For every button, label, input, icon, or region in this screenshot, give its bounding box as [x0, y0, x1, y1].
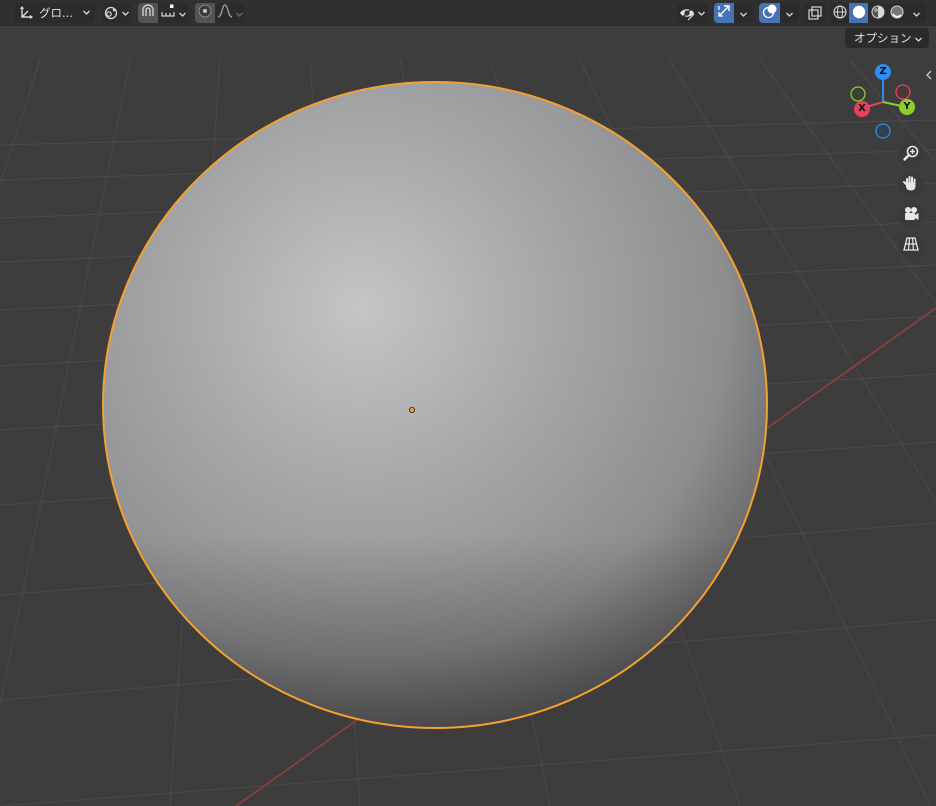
snap-toggle[interactable]: [138, 3, 158, 23]
gizmos-toggle[interactable]: [714, 3, 734, 23]
transform-orientation-dropdown[interactable]: グロ...: [14, 3, 95, 23]
chevron-down-icon: [178, 4, 187, 23]
options-dropdown[interactable]: オプション: [845, 28, 929, 48]
chevron-down-icon: [82, 8, 91, 17]
camera-icon: [902, 205, 920, 227]
transform-orientation-label: グロ...: [39, 6, 73, 20]
selected-sphere[interactable]: [102, 81, 768, 729]
chevron-down-icon: [739, 4, 748, 23]
material-shading-button[interactable]: [868, 3, 887, 23]
camera-view-button[interactable]: [898, 203, 924, 229]
rendered-shading-icon: [890, 4, 904, 23]
pivot-point-icon: [103, 5, 119, 21]
proportional-edit-toggle[interactable]: [195, 3, 215, 23]
snap-element-dropdown[interactable]: [158, 3, 188, 23]
perspective-toggle-button[interactable]: [898, 233, 924, 259]
chevron-down-icon: [914, 33, 923, 47]
material-shading-icon: [871, 4, 885, 23]
gizmo-y-label: Y: [903, 101, 911, 112]
proportional-falloff-dropdown[interactable]: [215, 3, 245, 23]
chevron-down-icon: [235, 4, 244, 23]
gizmo-arrow-icon: [716, 3, 732, 23]
gizmo-x-label: X: [858, 103, 866, 114]
viewport-scene[interactable]: [0, 0, 936, 806]
xray-toggle[interactable]: [804, 3, 825, 23]
perspective-grid-icon: [902, 235, 920, 257]
gizmos-dropdown[interactable]: [734, 3, 753, 23]
rendered-shading-button[interactable]: [887, 3, 906, 23]
gizmo-neg-x[interactable]: [895, 84, 911, 100]
object-visibility-dropdown[interactable]: [677, 3, 708, 23]
overlays-icon: [762, 3, 778, 23]
wireframe-shading-icon: [832, 4, 847, 23]
navigation-gizmo[interactable]: Z X Y: [843, 61, 923, 141]
3d-viewport[interactable]: グロ... オプション Z X Y: [0, 0, 936, 806]
xray-icon: [807, 5, 823, 21]
gizmo-z-label: Z: [879, 66, 887, 77]
chevron-left-icon: [924, 66, 934, 85]
eye-icon: [679, 5, 695, 21]
wireframe-shading-button[interactable]: [830, 3, 849, 23]
proportional-edit-icon: [197, 3, 213, 23]
zoom-icon: [902, 144, 920, 166]
chevron-down-icon: [785, 4, 794, 23]
overlays-dropdown[interactable]: [780, 3, 799, 23]
solid-shading-icon: [852, 4, 866, 23]
pivot-point-dropdown[interactable]: [102, 3, 131, 23]
sidebar-toggle-button[interactable]: [924, 66, 936, 80]
pan-button[interactable]: [898, 172, 924, 198]
object-origin-dot: [408, 406, 415, 413]
chevron-down-icon: [121, 9, 130, 18]
shading-options-dropdown[interactable]: [906, 3, 926, 23]
falloff-curve-icon: [217, 3, 233, 23]
options-label: オプション: [854, 31, 912, 45]
chevron-down-icon: [697, 9, 706, 18]
snap-increment-icon: [160, 3, 176, 23]
gizmo-neg-z[interactable]: [875, 123, 891, 139]
overlays-toggle[interactable]: [759, 3, 780, 23]
solid-shading-button[interactable]: [849, 3, 868, 23]
hand-icon: [902, 174, 920, 196]
chevron-down-icon: [912, 4, 921, 23]
transform-axes-icon: [18, 5, 34, 21]
snap-magnet-icon: [140, 3, 156, 23]
zoom-button[interactable]: [898, 142, 924, 168]
gizmo-neg-y[interactable]: [850, 86, 866, 102]
viewport-header: グロ...: [0, 0, 936, 26]
